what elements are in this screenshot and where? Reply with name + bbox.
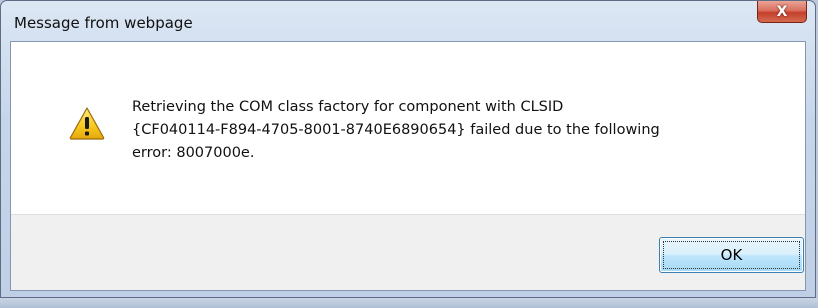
close-button[interactable]: X bbox=[757, 1, 807, 23]
message-line: Retrieving the COM class factory for com… bbox=[132, 99, 564, 115]
error-message: Retrieving the COM class factory for com… bbox=[132, 96, 792, 165]
message-line: {CF040114-F894-4705-8001-8740E6890654} f… bbox=[132, 122, 660, 138]
dialog-title: Message from webpage bbox=[14, 14, 193, 32]
button-bar: OK bbox=[11, 214, 805, 290]
message-dialog: Message from webpage X Retrieving the CO… bbox=[0, 0, 816, 298]
page-behind-dialog bbox=[0, 298, 818, 308]
dialog-titlebar[interactable]: Message from webpage X bbox=[1, 1, 815, 41]
message-line: error: 8007000e. bbox=[132, 145, 255, 161]
ok-button[interactable]: OK bbox=[659, 237, 804, 273]
screen: Message from webpage X Retrieving the CO… bbox=[0, 0, 818, 308]
close-icon: X bbox=[776, 3, 788, 20]
ok-button-label: OK bbox=[720, 246, 743, 264]
warning-icon bbox=[69, 107, 105, 140]
message-area: Retrieving the COM class factory for com… bbox=[11, 42, 805, 214]
dialog-body: Retrieving the COM class factory for com… bbox=[10, 41, 806, 291]
